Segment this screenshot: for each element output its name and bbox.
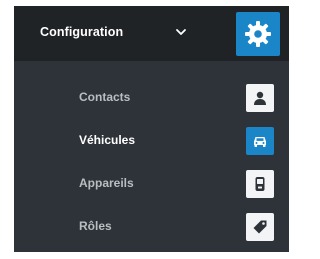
appareils-icon-tile[interactable] bbox=[246, 170, 274, 198]
menu-header[interactable]: Configuration bbox=[14, 6, 289, 61]
gear-icon bbox=[245, 21, 271, 47]
menu-item-vehicules[interactable]: Véhicules bbox=[14, 121, 289, 161]
menu-item-label: Contacts bbox=[79, 90, 131, 104]
contacts-icon-tile[interactable] bbox=[246, 84, 274, 112]
chevron-down-icon[interactable] bbox=[173, 24, 189, 40]
device-icon bbox=[255, 177, 265, 191]
menu-item-appareils[interactable]: Appareils bbox=[14, 164, 289, 204]
configuration-menu-panel: Configuration Contacts Véhicules Apparei… bbox=[14, 6, 289, 252]
vehicules-icon-tile[interactable] bbox=[246, 127, 274, 155]
roles-icon-tile[interactable] bbox=[246, 213, 274, 241]
tag-icon bbox=[253, 220, 267, 234]
menu-item-label: Appareils bbox=[79, 176, 134, 190]
menu-item-contacts[interactable]: Contacts bbox=[14, 78, 289, 118]
car-icon bbox=[254, 137, 266, 147]
settings-button[interactable] bbox=[236, 12, 280, 56]
menu-title: Configuration bbox=[40, 25, 124, 39]
menu-item-label: Véhicules bbox=[79, 133, 136, 147]
menu-item-label: Rôles bbox=[79, 219, 112, 233]
menu-item-roles[interactable]: Rôles bbox=[14, 207, 289, 247]
person-icon bbox=[254, 91, 266, 105]
